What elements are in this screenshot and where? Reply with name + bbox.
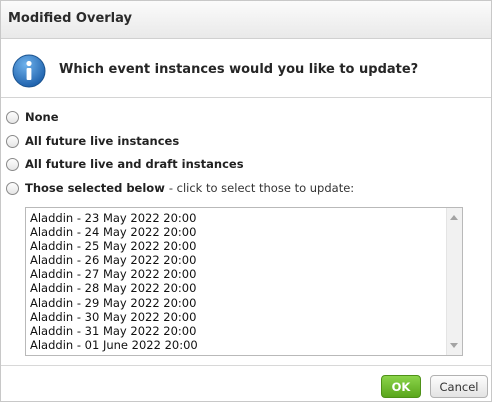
option-all-future-live-draft[interactable]: All future live and draft instances [6,155,244,173]
radio-selected-below[interactable] [6,181,19,195]
list-item[interactable]: Aladdin - 25 May 2022 20:00 [30,239,446,253]
instances-list: Aladdin - 23 May 2022 20:00 Aladdin - 24… [26,208,446,355]
radio-all-future-live[interactable] [6,134,19,148]
list-item[interactable]: Aladdin - 27 May 2022 20:00 [30,267,446,281]
list-item[interactable]: Aladdin - 30 May 2022 20:00 [30,310,446,324]
question-banner: Which event instances would you like to … [1,46,491,98]
option-none-label: None [25,110,59,124]
list-item[interactable]: Aladdin - 26 May 2022 20:00 [30,253,446,267]
list-item[interactable]: Aladdin - 31 May 2022 20:00 [30,324,446,338]
listbox-scrollbar[interactable] [446,208,462,355]
option-selected-below[interactable]: Those selected below - click to select t… [6,179,354,197]
cancel-button[interactable]: Cancel [430,375,488,398]
radio-none[interactable] [6,110,19,124]
radio-all-future-live-draft[interactable] [6,157,19,171]
question-text: Which event instances would you like to … [59,62,419,77]
list-item[interactable]: Aladdin - 01 June 2022 20:00 [30,338,446,352]
info-icon [12,54,46,88]
option-all-future-live[interactable]: All future live instances [6,132,179,150]
option-selected-below-hint: - click to select those to update: [168,181,355,195]
scroll-down-arrow-icon[interactable] [450,343,458,348]
dialog-footer: OK Cancel [1,365,491,401]
instances-listbox[interactable]: Aladdin - 23 May 2022 20:00 Aladdin - 24… [25,207,463,356]
option-all-future-live-label: All future live instances [25,134,180,148]
dialog-title: Modified Overlay [8,11,132,26]
list-item[interactable]: Aladdin - 23 May 2022 20:00 [30,211,446,225]
ok-button[interactable]: OK [381,375,421,398]
list-item[interactable]: Aladdin - 24 May 2022 20:00 [30,225,446,239]
scroll-up-arrow-icon[interactable] [450,215,458,220]
option-none[interactable]: None [6,108,59,126]
dialog-titlebar[interactable]: Modified Overlay [1,1,491,39]
list-item[interactable]: Aladdin - 28 May 2022 20:00 [30,281,446,295]
option-all-future-live-draft-label: All future live and draft instances [25,157,244,171]
option-selected-below-label: Those selected below [25,181,165,195]
list-item[interactable]: Aladdin - 29 May 2022 20:00 [30,296,446,310]
modified-overlay-dialog: Modified Overlay Which event instances w… [0,0,492,402]
